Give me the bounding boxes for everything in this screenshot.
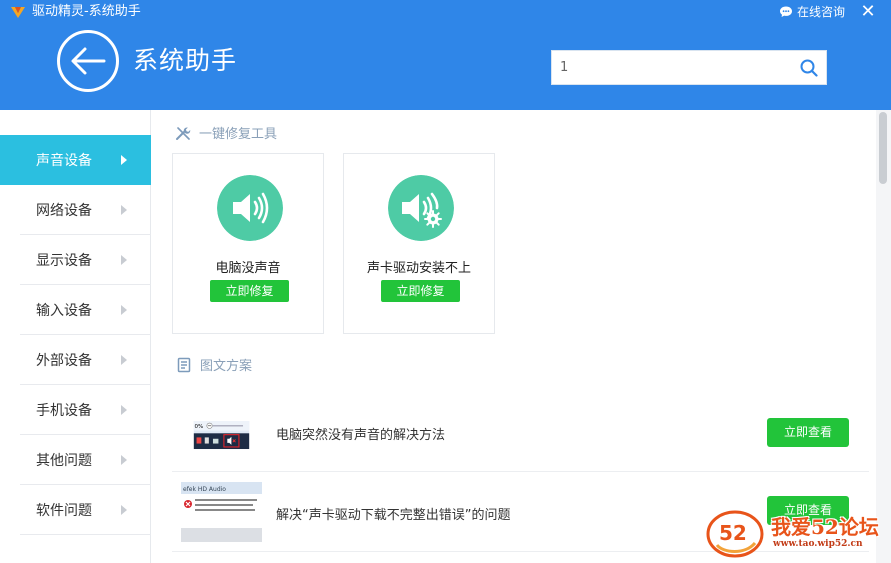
sidebar-item-display[interactable]: 显示设备 (0, 235, 151, 285)
article-thumbnail[interactable]: 0% (181, 421, 262, 462)
chevron-right-icon (121, 355, 127, 365)
search-box (551, 50, 827, 85)
chat-bubble-icon (779, 6, 792, 17)
vertical-scrollbar[interactable] (876, 110, 891, 563)
page-title: 系统助手 (133, 46, 238, 75)
sidebar-item-label: 软件问题 (36, 503, 92, 519)
chevron-right-icon (121, 455, 127, 465)
repair-card-no-sound: 电脑没声音 立即修复 (172, 153, 324, 334)
repair-card-label: 声卡驱动安装不上 (366, 261, 471, 276)
article-section-label: 图文方案 (200, 359, 253, 374)
chevron-right-icon (121, 155, 127, 165)
sidebar-item-label: 外部设备 (36, 353, 92, 369)
chevron-right-icon (121, 505, 127, 515)
title-bar: 驱动精灵-系统助手 在线咨询 ✕ (0, 0, 891, 24)
sidebar-item-label: 声音设备 (36, 153, 92, 169)
window-title: 驱动精灵-系统助手 (32, 4, 141, 19)
watermark-badge-icon: 52 (706, 510, 764, 558)
sidebar-item-network[interactable]: 网络设备 (0, 185, 151, 235)
sidebar-item-other[interactable]: 其他问题 (0, 435, 151, 485)
speaker-gear-icon (388, 175, 454, 241)
online-consult-button[interactable]: 在线咨询 (779, 3, 845, 21)
chevron-right-icon (121, 205, 127, 215)
sidebar-item-software[interactable]: 软件问题 (0, 485, 151, 535)
search-input[interactable] (552, 51, 792, 84)
chevron-right-icon (121, 405, 127, 415)
svg-text:efek HD Audio: efek HD Audio (183, 486, 226, 493)
sidebar-item-sound[interactable]: 声音设备 (0, 135, 151, 185)
article-section-title: 图文方案 (176, 355, 252, 374)
arrow-left-icon (71, 47, 106, 75)
sidebar-item-label: 显示设备 (36, 253, 92, 269)
close-window-button[interactable]: ✕ (859, 3, 877, 21)
watermark: 52 我爱52论坛 www.tao.wip52.cn (705, 503, 891, 563)
header-bar: 驱动精灵-系统助手 在线咨询 ✕ 系统助手 (0, 0, 891, 110)
article-thumbnail[interactable]: efek HD Audio (181, 482, 262, 542)
search-icon[interactable] (800, 59, 818, 77)
main-content: 一键修复工具 电脑没声音 立即修复 声卡驱动安装不上 立即修复 图文方案 0% … (152, 110, 876, 563)
article-row: 0% 电脑突然没有声音的解决方法 立即查看 (172, 392, 869, 472)
article-title[interactable]: 解决“声卡驱动下载不完整出错误”的问题 (276, 504, 510, 523)
view-now-button[interactable]: 立即查看 (767, 418, 849, 447)
repair-card-driver-install: 声卡驱动安装不上 立即修复 (343, 153, 495, 334)
repair-section-title: 一键修复工具 (175, 123, 277, 142)
sidebar-item-mobile[interactable]: 手机设备 (0, 385, 151, 435)
article-title[interactable]: 电脑突然没有声音的解决方法 (276, 424, 445, 443)
document-icon (177, 357, 191, 372)
wrench-icon (176, 126, 191, 140)
watermark-url: www.tao.wip52.cn (773, 539, 863, 549)
sidebar-item-external[interactable]: 外部设备 (0, 335, 151, 385)
sidebar-item-input[interactable]: 输入设备 (0, 285, 151, 335)
app-logo-icon (11, 7, 25, 18)
back-button[interactable] (57, 30, 119, 92)
watermark-text: 我爱52论坛 (771, 515, 879, 539)
online-consult-label: 在线咨询 (796, 5, 845, 19)
sidebar-item-label: 手机设备 (36, 403, 92, 419)
scrollbar-thumb[interactable] (879, 112, 887, 184)
repair-now-button[interactable]: 立即修复 (210, 280, 289, 302)
chevron-right-icon (121, 305, 127, 315)
repair-section-label: 一键修复工具 (199, 127, 278, 142)
repair-card-label: 电脑没声音 (215, 261, 281, 276)
speaker-icon (217, 175, 283, 241)
svg-text:0%: 0% (195, 424, 204, 430)
repair-now-button[interactable]: 立即修复 (381, 280, 460, 302)
sidebar-item-label: 网络设备 (36, 203, 92, 219)
sidebar-item-label: 输入设备 (36, 303, 92, 319)
chevron-right-icon (121, 255, 127, 265)
watermark-badge-text: 52 (719, 521, 747, 545)
sidebar-item-label: 其他问题 (36, 453, 92, 469)
